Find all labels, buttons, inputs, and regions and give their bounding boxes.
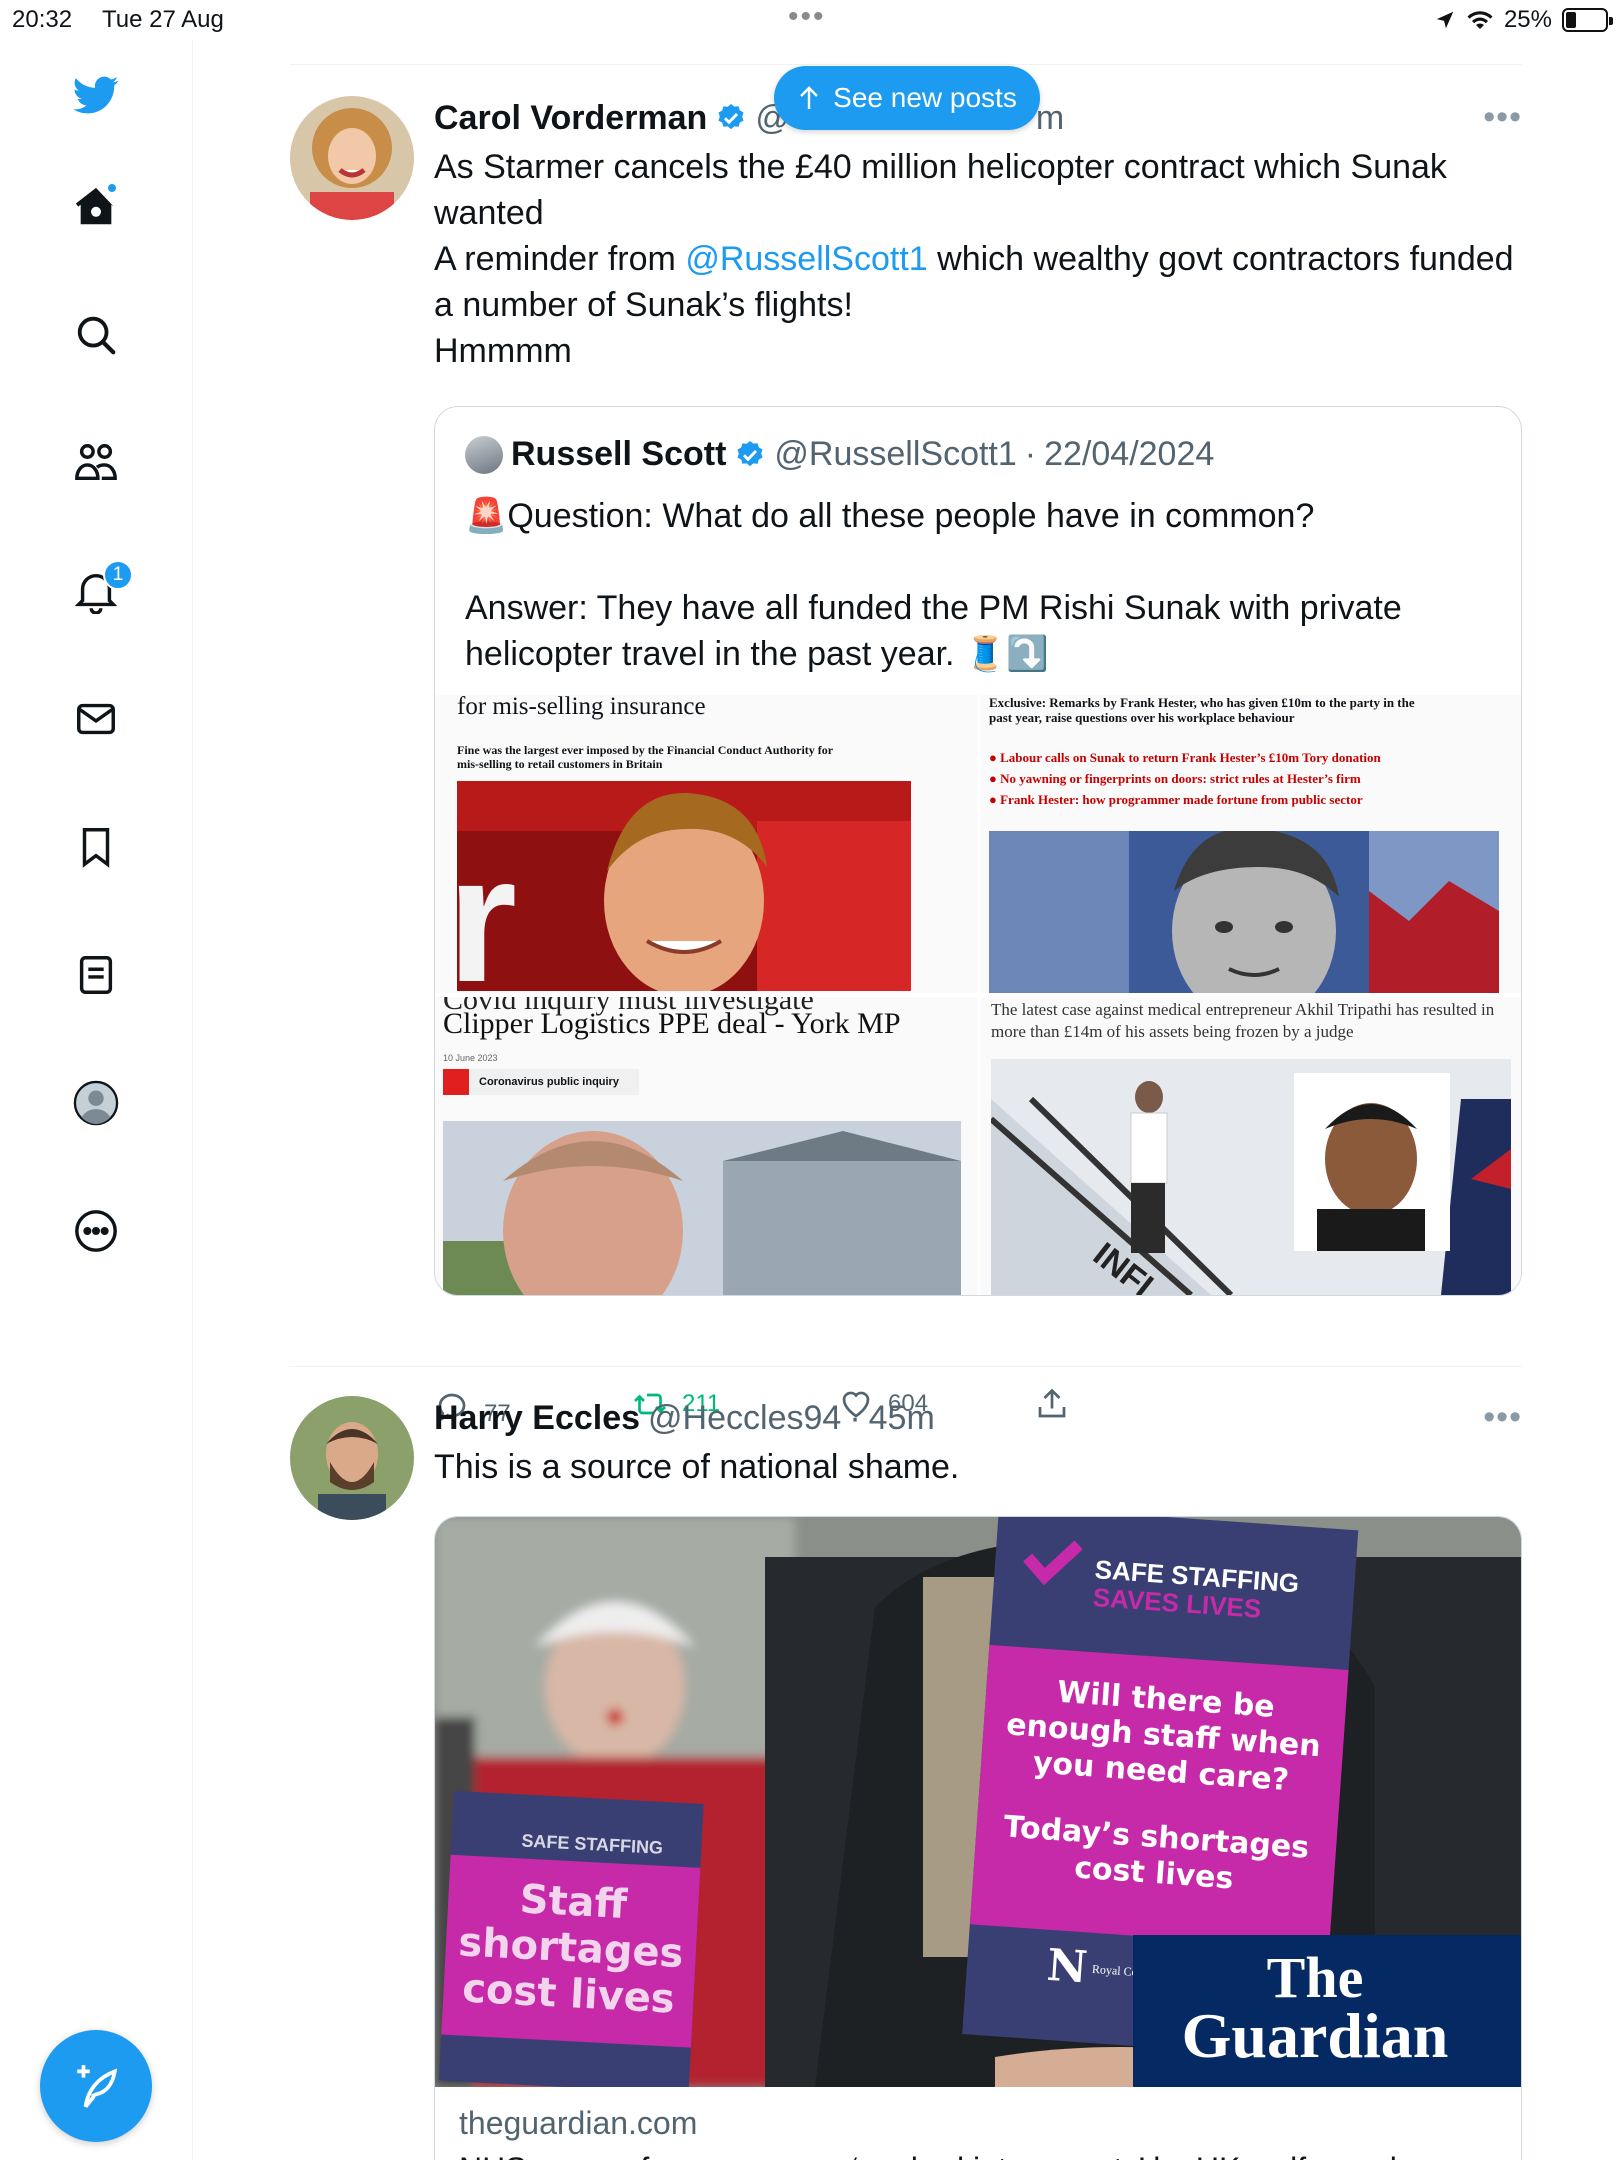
svg-text:r: r: [457, 819, 517, 991]
notifications-icon[interactable]: 1: [61, 556, 133, 626]
tweet-text-part: A reminder from: [434, 240, 686, 278]
link-card-image: SAFE STAFFING Staff shortages cost lives…: [435, 1517, 1521, 2087]
quote-media-grid[interactable]: for mis-selling insurance Fine was the l…: [435, 695, 1521, 1295]
left-sign-line-1: Staff: [519, 1876, 629, 1928]
quote-answer: Answer: They have all funded the PM Rish…: [465, 589, 1402, 673]
article-link: ● Frank Hester: how programmer made fort…: [989, 792, 1363, 807]
link-domain: theguardian.com: [459, 2105, 698, 2141]
sidebar-nav: 1: [0, 40, 193, 2160]
battery-icon: [1562, 8, 1613, 32]
photo-caption: The latest case against medical entrepre…: [991, 1000, 1495, 1041]
photo-plane-stairs: INFI: [991, 1059, 1511, 1295]
see-new-posts-label: See new posts: [833, 82, 1017, 113]
guardian-brand-2: Guardian: [1182, 2000, 1449, 2071]
status-date: Tue 27 Aug: [102, 6, 224, 33]
messages-icon[interactable]: [61, 684, 131, 754]
twitter-logo-icon[interactable]: [61, 60, 131, 130]
unread-dot: [106, 182, 118, 194]
profile-icon[interactable]: [61, 1068, 131, 1138]
tweet[interactable]: Carol Vorderman @ m ••• As Starmer cance…: [290, 96, 1522, 1427]
link-title[interactable]: NHS nurses from overseas ‘pushed into po…: [459, 2151, 1431, 2160]
article-date: 10 June 2023: [443, 1053, 498, 1063]
communities-icon[interactable]: [61, 428, 131, 498]
see-new-posts-button[interactable]: See new posts: [774, 66, 1040, 130]
mention-link[interactable]: @RussellScott1: [685, 240, 927, 278]
tweet[interactable]: Harry Eccles @Heccles94 · 45m ••• This i…: [290, 1396, 1522, 2160]
media-image-4[interactable]: The latest case against medical entrepre…: [981, 997, 1521, 1295]
multitasking-dots-icon[interactable]: •••: [788, 0, 826, 34]
status-time: 20:32: [12, 6, 73, 33]
tweet-text: As Starmer cancels the £40 million helic…: [434, 144, 1522, 374]
headline: Clipper Logistics PPE deal - York MP: [443, 1007, 901, 1040]
svg-text:N: N: [1045, 1940, 1089, 1994]
feed-top-border: [290, 64, 1522, 65]
topic-tag: Coronavirus public inquiry: [443, 1069, 639, 1095]
article-link-text: Labour calls on Sunak to return Frank He…: [1000, 750, 1381, 765]
link-card[interactable]: SAFE STAFFING Staff shortages cost lives…: [434, 1516, 1522, 2160]
author-handle[interactable]: @Heccles94: [648, 1399, 841, 1438]
article-link-text: Frank Hester: how programmer made fortun…: [1000, 792, 1363, 807]
protest-photo: SAFE STAFFING Staff shortages cost lives…: [435, 1517, 1521, 2087]
quote-text: 🚨Question: What do all these people have…: [465, 493, 1491, 677]
battery-percentage: 25%: [1503, 6, 1552, 33]
arrow-up-icon: [800, 86, 819, 109]
quote-author-handle: @RussellScott1: [774, 435, 1017, 473]
lists-icon[interactable]: [61, 940, 131, 1010]
more-icon[interactable]: [61, 1196, 131, 1266]
author-name[interactable]: Carol Vorderman: [434, 99, 707, 138]
tweet-divider: [290, 1366, 1522, 1367]
home-icon[interactable]: [61, 172, 131, 242]
location-arrow-icon: [1436, 11, 1454, 29]
headline: for mis-selling insurance: [457, 695, 706, 720]
compose-button[interactable]: [40, 2030, 152, 2142]
status-bar: 20:32 Tue 27 Aug ••• 25%: [0, 0, 1620, 40]
wifi-icon: [1467, 11, 1493, 29]
author-name[interactable]: Harry Eccles: [434, 1399, 640, 1438]
subheadline: Fine was the largest ever imposed by the…: [457, 743, 833, 771]
media-image-3[interactable]: Covid inquiry must investigate Clipper L…: [435, 997, 977, 1295]
tweet-time[interactable]: 45m: [869, 1399, 935, 1438]
quoted-tweet[interactable]: Russell Scott @RussellScott1 · 22/04/202…: [434, 406, 1522, 1296]
tweet-text-line: Hmmmm: [434, 332, 572, 370]
article-link: ● Labour calls on Sunak to return Frank …: [989, 750, 1381, 765]
notifications-badge: 1: [103, 560, 133, 590]
author-handle-tail: m: [1035, 98, 1065, 137]
separator-dot: ·: [849, 1398, 861, 1437]
verified-badge-icon: [718, 104, 744, 130]
topic-tag-label: Coronavirus public inquiry: [479, 1076, 619, 1088]
quote-date: 22/04/2024: [1044, 435, 1215, 473]
quote-question: Question: What do all these people have …: [507, 497, 1315, 535]
siren-emoji: 🚨: [465, 497, 508, 535]
more-options-icon[interactable]: •••: [1483, 98, 1522, 137]
quote-blank-line: [465, 539, 1491, 585]
photo-collage-man: [989, 831, 1499, 993]
compose-icon: [77, 2065, 118, 2109]
tweet-text-line: As Starmer cancels the £40 million helic…: [434, 148, 1447, 232]
article-links: ● Labour calls on Sunak to return Frank …: [989, 747, 1381, 810]
photo-man-outdoors: [443, 1121, 961, 1295]
more-options-icon[interactable]: •••: [1483, 1398, 1522, 1437]
search-icon[interactable]: [61, 300, 131, 370]
media-image-1[interactable]: for mis-selling insurance Fine was the l…: [435, 695, 977, 993]
quote-author-name: Russell Scott: [511, 435, 727, 473]
avatar[interactable]: [290, 1396, 414, 1520]
article-link: ● No yawning or fingerprints on doors: s…: [989, 771, 1361, 786]
share-icon: [443, 1069, 469, 1095]
tweet-text-line: A reminder from @RussellScott1 which wea…: [434, 236, 1522, 328]
article-intro: Exclusive: Remarks by Frank Hester, who …: [989, 695, 1415, 725]
photo-man-red-background: r: [457, 781, 911, 991]
quote-text-line: 🚨Question: What do all these people have…: [465, 493, 1491, 539]
status-indicators: 25%: [1434, 6, 1613, 34]
media-image-2[interactable]: Exclusive: Remarks by Frank Hester, who …: [981, 695, 1521, 993]
tweet-text: This is a source of national shame.: [434, 1448, 960, 1486]
quote-avatar: [465, 435, 503, 474]
quote-text-line: Answer: They have all funded the PM Rish…: [465, 585, 1491, 677]
article-link-text: No yawning or fingerprints on doors: str…: [1000, 771, 1361, 786]
bookmarks-icon[interactable]: [61, 812, 131, 882]
avatar[interactable]: [290, 96, 414, 220]
thread-emoji: 🧵⤵️: [963, 635, 1049, 673]
separator-dot: ·: [1024, 435, 1037, 473]
verified-badge-icon: [737, 440, 763, 466]
